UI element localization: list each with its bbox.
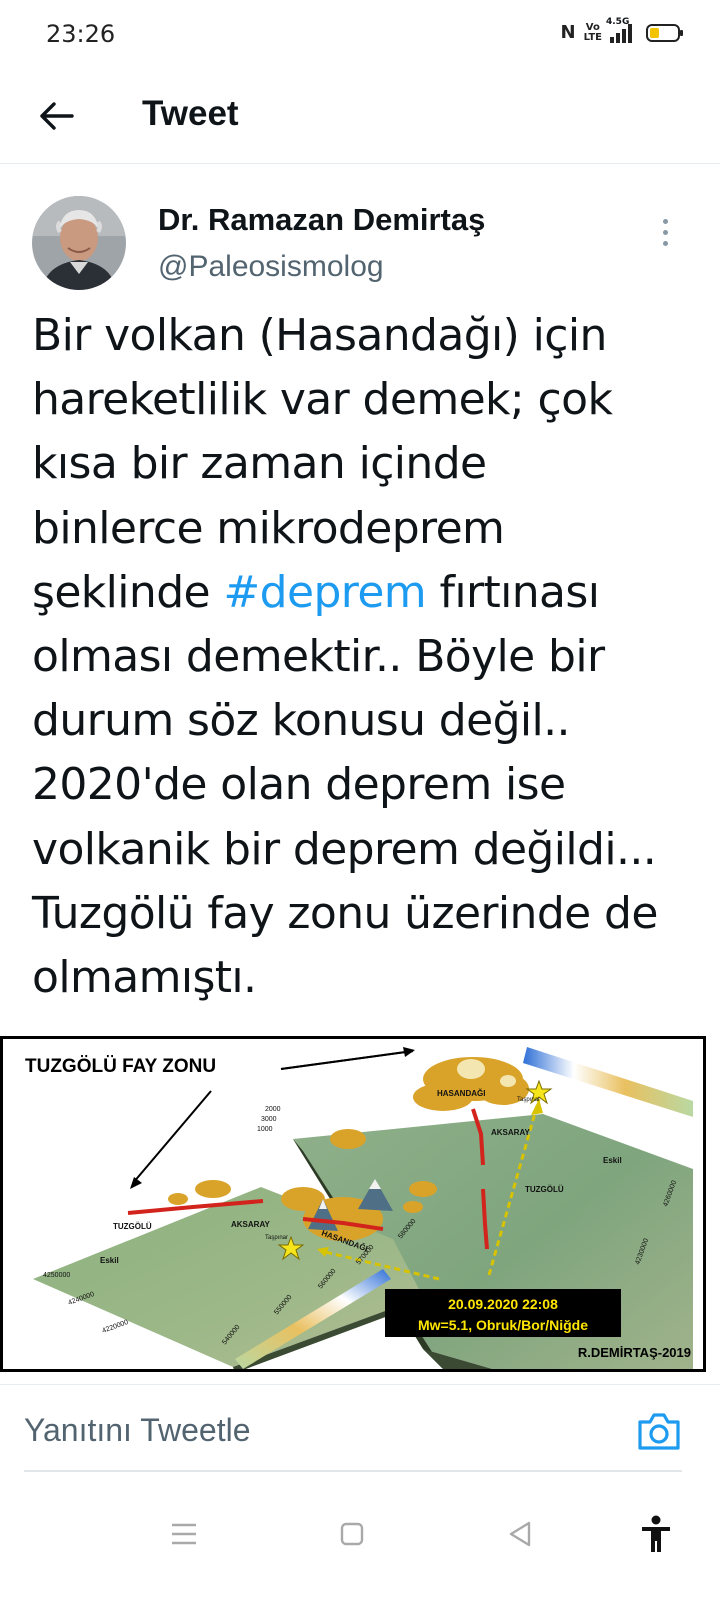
label-taspinar-near: Taşpınar [265,1235,288,1241]
avatar-image [32,196,126,290]
elevation-tick: 1000 [257,1126,273,1133]
tweet-line: kısa bir zaman içinde [32,438,487,490]
signal-icon: 4.5G [606,17,632,43]
tweet-line: binlerce mikrodeprem [32,502,505,554]
tweet-line-with-hashtag: şeklinde #deprem fırtınası [32,561,700,625]
status-time: 23:26 [46,20,116,48]
system-nav-bar [0,1490,720,1600]
label-eskil-far: Eskil [603,1156,622,1165]
label-tuzgolu-far: TUZGÖLÜ [525,1185,564,1194]
elevation-tick: 2000 [265,1106,281,1113]
nfc-icon: N [560,22,576,43]
event-date: 20.09.2020 22:08 [448,1296,558,1312]
home-button[interactable] [322,1504,382,1564]
tweet-media-image[interactable]: TUZGÖLÜ FAY ZONU HASANDAĞI AKSARAY TUZGÖ… [0,1036,706,1372]
label-eskil-near: Eskil [100,1256,119,1265]
accessibility-button[interactable] [626,1504,686,1564]
reply-bar: Yanıtını Tweetle [0,1386,720,1474]
event-magnitude: Mw=5.1, Obruk/Bor/Niğde [418,1317,588,1333]
divider [0,1384,720,1385]
network-type: 4.5G [606,16,630,27]
label-tuzgolu-near: TUZGÖLÜ [113,1222,152,1231]
tweet-text-segment: fırtınası [426,566,600,618]
camera-icon [638,1413,680,1450]
avatar[interactable] [32,196,126,290]
author-handle[interactable]: @Paleosismolog [158,250,384,284]
tweet-text-segment: şeklinde [32,566,224,618]
status-bar: 23:26 N Vo LTE 4.5G [0,0,720,72]
nav-back-button[interactable] [490,1504,550,1564]
back-button[interactable] [30,90,82,142]
volte-icon: Vo LTE [583,21,602,43]
arrow-left-icon [40,102,74,130]
event-info-box: 20.09.2020 22:08 Mw=5.1, Obruk/Bor/Niğde [385,1289,621,1337]
coord-tick: 4250000 [43,1272,70,1279]
divider [24,1470,682,1472]
triangle-back-icon [509,1521,531,1547]
recents-button[interactable] [154,1504,214,1564]
more-options-button[interactable] [650,210,680,254]
label-hasandagi-far: HASANDAĞI [437,1089,485,1098]
label-aksaray-far: AKSARAY [491,1128,530,1137]
fault-map-figure: TUZGÖLÜ FAY ZONU HASANDAĞI AKSARAY TUZGÖ… [25,1047,693,1369]
author-name[interactable]: Dr. Ramazan Demirtaş [158,202,485,238]
tweet-line: 2020'de olan deprem ise [32,759,566,811]
header: Tweet [0,72,720,164]
tweet-line: durum söz konusu değil.. [32,695,571,747]
tweet-text: Bir volkan (Hasandağı) için hareketlilik… [32,304,700,1010]
tweet-line: hareketlilik var demek; çok [32,374,613,426]
coord-tick: 4220000 [101,1319,129,1335]
tweet-line: volkanik bir deprem değildi... [32,823,657,875]
tweet-line: Bir volkan (Hasandağı) için [32,310,607,361]
page-title: Tweet [142,94,239,133]
elevation-tick: 3000 [261,1116,277,1123]
status-icons: N Vo LTE 4.5G [560,17,683,43]
more-icon [662,218,668,224]
battery-level [650,27,659,38]
reply-input[interactable]: Yanıtını Tweetle [24,1412,251,1449]
tweet-line: olması demektir.. Böyle bir [32,631,605,683]
label-taspinar-far: Taşpınar [517,1097,540,1103]
figure-credit: R.DEMİRTAŞ-2019 [578,1345,691,1360]
label-aksaray-near: AKSARAY [231,1220,270,1229]
tweet-line: olmamıştı. [32,952,257,1004]
tweet-line: Tuzgölü fay zonu üzerinde de [32,887,658,939]
hashtag-link[interactable]: #deprem [223,567,426,618]
camera-button[interactable] [636,1410,682,1452]
battery-icon [646,23,683,42]
elevation-scale-far [523,1047,693,1117]
square-icon [340,1522,364,1546]
map-title: TUZGÖLÜ FAY ZONU [25,1056,216,1077]
accessibility-icon [642,1515,670,1552]
menu-lines-icon [172,1523,196,1545]
tweet-author: Dr. Ramazan Demirtaş @Paleosismolog [0,196,720,292]
